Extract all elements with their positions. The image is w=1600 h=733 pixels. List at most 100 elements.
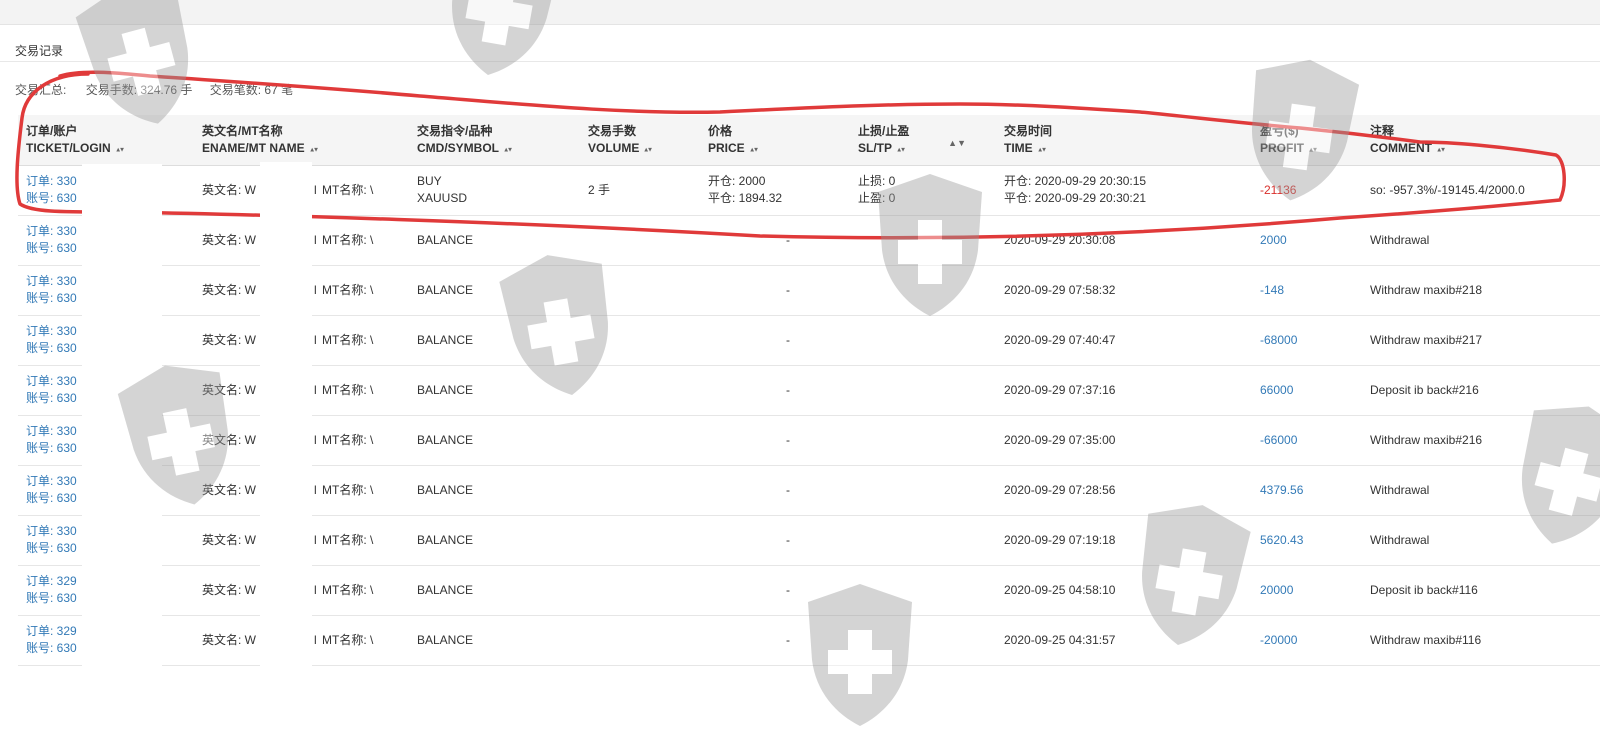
cell-time: 2020-09-29 07:35:00 <box>996 415 1252 466</box>
command: BALANCE <box>417 232 474 247</box>
sort-both-icon[interactable]: ▲▼ <box>503 143 513 157</box>
close-price: 平仓: 1894.32 <box>708 191 783 205</box>
summary-label: 交易汇总: <box>15 83 67 97</box>
english-name-text: 英文名: W <box>202 182 256 197</box>
cell-cmd-symbol: BALANCE <box>409 565 580 616</box>
column-title-zh: 盈亏($) <box>1260 124 1299 138</box>
profit-value: -148 <box>1260 282 1285 297</box>
column-header[interactable]: 订单/账户 TICKET/LOGIN ▲▼ <box>18 115 194 166</box>
command: BALANCE <box>417 432 474 447</box>
profit-value: 4379.56 <box>1260 482 1304 497</box>
sort-both-icon[interactable]: ▲▼ <box>948 135 966 152</box>
mt-name: MT名称: \g <box>322 482 409 499</box>
table-row: 订单: 330账号: 630英文名: WlMT名称: \gBALANCE-202… <box>18 415 1600 466</box>
sort-both-icon[interactable]: ▲▼ <box>1436 143 1446 157</box>
column-header[interactable]: 交易指令/品种 CMD/SYMBOL ▲▼ <box>409 115 580 166</box>
english-name-tail: l <box>314 532 317 547</box>
english-name-tail: l <box>314 582 317 597</box>
column-header[interactable]: 英文名/MT名称 ENAME/MT NAME ▲▼ <box>194 115 409 166</box>
comment: Withdrawal <box>1370 232 1430 247</box>
trade-time: 2020-09-29 07:58:32 <box>1004 282 1116 297</box>
mt-name: MT名称: \g <box>322 282 409 299</box>
empty-dash: - <box>786 532 790 547</box>
sort-both-icon[interactable]: ▲▼ <box>115 143 125 157</box>
mt-name: MT名称: \g <box>322 382 409 399</box>
sort-both-icon[interactable]: ▲▼ <box>896 143 906 157</box>
english-name-text: 英文名: W <box>202 382 256 397</box>
table-row: 订单: 329账号: 630英文名: WlMT名称: \gBALANCE-202… <box>18 565 1600 616</box>
cell-sl-tp: 止损: 0 止盈: 0 <box>850 165 996 216</box>
english-name-text: 英文名: W <box>202 632 256 647</box>
command: BALANCE <box>417 332 474 347</box>
panel-title: 交易记录 <box>15 44 64 58</box>
english-name-tail: l <box>314 632 317 647</box>
column-title-en: ENAME/MT NAME ▲▼ <box>202 140 409 158</box>
column-header[interactable]: 交易时间 TIME ▲▼ <box>996 115 1252 166</box>
column-header[interactable]: 止损/止盈 SL/TP ▲▼ ▲▼ <box>850 115 996 166</box>
sort-both-icon[interactable]: ▲▼ <box>749 143 759 157</box>
mt-name-text: MT名称: \ <box>322 332 374 347</box>
sort-both-icon[interactable]: ▲▼ <box>309 143 319 157</box>
mt-name: MT名称: \g <box>322 182 409 199</box>
mt-name-text: MT名称: \ <box>322 582 374 597</box>
column-title-en-text: TICKET/LOGIN <box>26 141 111 155</box>
column-title-zh: 交易指令/品种 <box>417 124 493 138</box>
trade-time: 2020-09-29 07:19:18 <box>1004 532 1116 547</box>
column-header[interactable]: 盈亏($) PROFIT ▲▼ <box>1252 115 1362 166</box>
cell-cmd-symbol: BALANCE <box>409 215 580 266</box>
command: BALANCE <box>417 582 474 597</box>
comment: so: -957.3%/-19145.4/2000.0 <box>1370 182 1525 197</box>
cell-cmd-symbol: BALANCE <box>409 615 580 666</box>
column-title-en: CMD/SYMBOL ▲▼ <box>417 140 580 158</box>
cell-time: 2020-09-29 07:58:32 <box>996 265 1252 316</box>
empty-dash: - <box>786 632 790 647</box>
column-title-zh: 英文名/MT名称 <box>202 124 283 138</box>
trade-records-table: 订单/账户 TICKET/LOGIN ▲▼ 英文名/MT名称 ENAME/MT NAME… <box>18 115 1600 666</box>
english-name-tail: l <box>314 182 317 197</box>
cell-profit: 66000 <box>1252 365 1362 416</box>
cell-cmd-symbol: BALANCE <box>409 365 580 416</box>
trade-time: 2020-09-29 20:30:08 <box>1004 232 1116 247</box>
column-header[interactable]: 价格 PRICE ▲▼ <box>700 115 850 166</box>
cell-time: 开仓: 2020-09-29 20:30:15 平仓: 2020-09-29 20… <box>996 165 1252 216</box>
mt-name-text: MT名称: \ <box>322 182 374 197</box>
empty-dash: - <box>786 432 790 447</box>
cell-volume: 2 手 <box>580 165 700 216</box>
column-title-en-text: COMMENT <box>1370 141 1432 155</box>
symbol: XAUUSD <box>417 191 468 205</box>
table-row: 订单: 329账号: 630英文名: WlMT名称: \gBALANCE-202… <box>18 615 1600 666</box>
cell-time: 2020-09-29 07:19:18 <box>996 515 1252 566</box>
open-price: 开仓: 2000 <box>708 174 766 188</box>
english-name-text: 英文名: W <box>202 582 256 597</box>
profit-value: 20000 <box>1260 582 1294 597</box>
column-title-en: COMMENT ▲▼ <box>1370 140 1600 158</box>
column-title-zh: 交易手数 <box>588 124 637 138</box>
sort-both-icon[interactable]: ▲▼ <box>1037 143 1047 157</box>
cell-profit: 5620.43 <box>1252 515 1362 566</box>
mt-name: MT名称: \g <box>322 232 409 249</box>
table-row: 订单: 330账号: 630英文名: WlMT名称: \gBALANCE-202… <box>18 265 1600 316</box>
profit-value: 66000 <box>1260 382 1294 397</box>
column-title-en-text: ENAME/MT NAME <box>202 141 305 155</box>
comment: Withdraw maxib#216 <box>1370 432 1483 447</box>
cell-cmd-symbol: BALANCE <box>409 315 580 366</box>
table-row: 订单: 330账号: 630英文名: WlMT名称: \gBALANCE-202… <box>18 515 1600 566</box>
cell-comment: Deposit ib back#116 <box>1362 565 1600 616</box>
comment: Withdraw maxib#116 <box>1370 632 1482 647</box>
trade-time: 2020-09-29 07:40:47 <box>1004 332 1116 347</box>
column-header[interactable]: 交易手数 VOLUME ▲▼ <box>580 115 700 166</box>
cell-profit: -21136 <box>1252 165 1362 216</box>
sort-both-icon[interactable]: ▲▼ <box>1308 143 1318 157</box>
column-title-en-text: CMD/SYMBOL <box>417 141 499 155</box>
column-title-en-text: PROFIT <box>1260 141 1304 155</box>
table-row: 订单: 330账号: 630英文名: WlMT名称: \gBALANCE-202… <box>18 315 1600 366</box>
cell-profit: 2000 <box>1252 215 1362 266</box>
english-name-tail: l <box>314 432 317 447</box>
comment: Withdraw maxib#217 <box>1370 332 1483 347</box>
cell-volume-price-sl: - <box>580 365 996 416</box>
redaction-mask <box>82 164 162 672</box>
sort-both-icon[interactable]: ▲▼ <box>643 143 653 157</box>
column-header[interactable]: 注释 COMMENT ▲▼ <box>1362 115 1600 166</box>
column-title-en: VOLUME ▲▼ <box>588 140 700 158</box>
top-bar <box>0 0 1600 25</box>
